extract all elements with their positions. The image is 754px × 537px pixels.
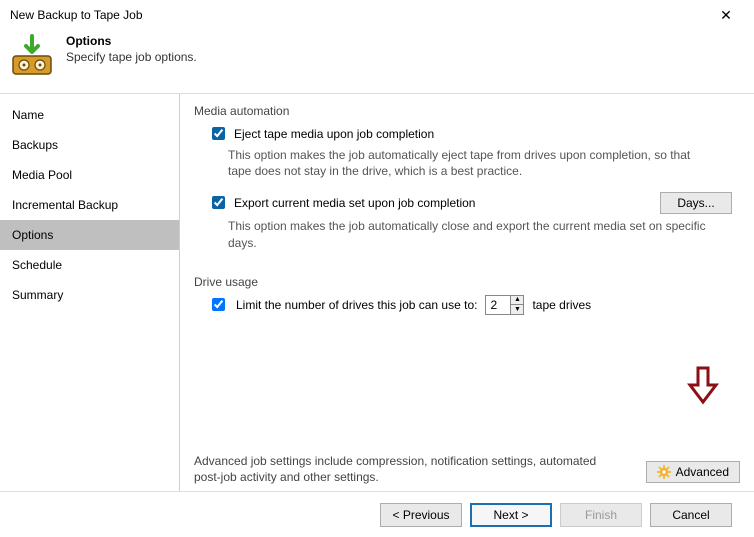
sidebar-item-name[interactable]: Name <box>0 100 179 130</box>
close-icon: ✕ <box>720 7 732 24</box>
finish-button: Finish <box>560 503 642 527</box>
sidebar-item-label: Incremental Backup <box>12 198 118 212</box>
checkbox-limit-drives[interactable] <box>212 298 225 311</box>
sidebar-item-incremental-backup[interactable]: Incremental Backup <box>0 190 179 220</box>
sidebar-item-label: Schedule <box>12 258 62 272</box>
advanced-button-label: Advanced <box>676 465 729 479</box>
spinner-down-icon[interactable]: ▼ <box>511 305 523 314</box>
header-subtitle: Specify tape job options. <box>66 50 197 64</box>
label-eject-media: Eject tape media upon job completion <box>234 127 434 141</box>
cancel-button[interactable]: Cancel <box>650 503 732 527</box>
sidebar-item-schedule[interactable]: Schedule <box>0 250 179 280</box>
checkbox-eject-media[interactable] <box>212 127 225 140</box>
sidebar-item-label: Backups <box>12 138 58 152</box>
desc-export-media-set: This option makes the job automatically … <box>228 218 708 250</box>
next-button[interactable]: Next > <box>470 503 552 527</box>
tape-job-icon <box>10 34 54 78</box>
wizard-header: Options Specify tape job options. <box>0 30 754 94</box>
drives-spinner[interactable]: ▲ ▼ <box>485 295 524 315</box>
sidebar-item-label: Name <box>12 108 44 122</box>
spinner-up-icon[interactable]: ▲ <box>511 296 523 305</box>
titlebar: New Backup to Tape Job ✕ <box>0 0 754 30</box>
sidebar-item-options[interactable]: Options <box>0 220 179 250</box>
header-title: Options <box>66 34 197 48</box>
label-tape-drives: tape drives <box>532 298 591 312</box>
close-button[interactable]: ✕ <box>706 1 746 29</box>
section-drive-usage: Drive usage <box>194 275 740 289</box>
wizard-steps-sidebar: Name Backups Media Pool Incremental Back… <box>0 94 180 491</box>
wizard-footer: < Previous Next > Finish Cancel <box>0 491 754 537</box>
section-media-automation: Media automation <box>194 104 740 118</box>
desc-eject-media: This option makes the job automatically … <box>228 147 708 179</box>
sidebar-item-backups[interactable]: Backups <box>0 130 179 160</box>
checkbox-export-media-set[interactable] <box>212 196 225 209</box>
sidebar-item-summary[interactable]: Summary <box>0 280 179 310</box>
sidebar-item-media-pool[interactable]: Media Pool <box>0 160 179 190</box>
sidebar-item-label: Media Pool <box>12 168 72 182</box>
previous-button[interactable]: < Previous <box>380 503 462 527</box>
window-title: New Backup to Tape Job <box>10 8 143 22</box>
advanced-button[interactable]: Advanced <box>646 461 740 483</box>
label-limit-drives: Limit the number of drives this job can … <box>236 298 477 312</box>
days-button[interactable]: Days... <box>660 192 732 214</box>
wizard-body: Name Backups Media Pool Incremental Back… <box>0 94 754 491</box>
annotation-arrow-icon <box>686 365 720 405</box>
label-export-media-set: Export current media set upon job comple… <box>234 196 475 210</box>
sidebar-item-label: Summary <box>12 288 63 302</box>
advanced-note: Advanced job settings include compressio… <box>194 453 624 485</box>
options-panel: Media automation Eject tape media upon j… <box>180 94 754 491</box>
sidebar-item-label: Options <box>12 228 53 242</box>
drives-count-input[interactable] <box>486 296 510 314</box>
gear-icon <box>657 465 671 479</box>
